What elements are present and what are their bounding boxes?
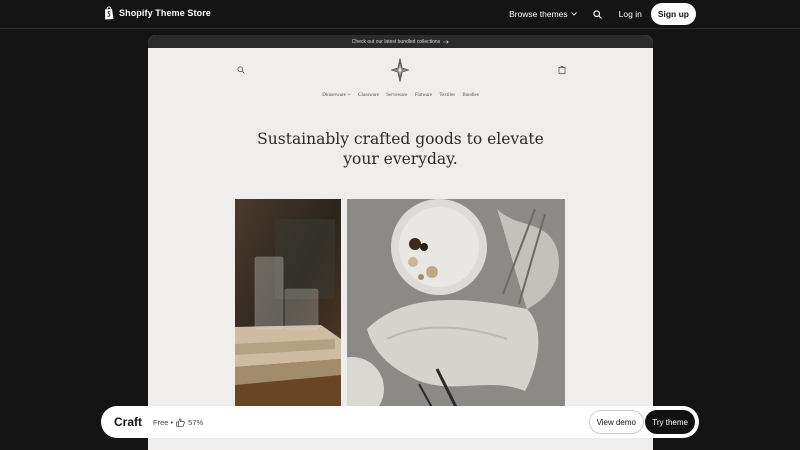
theme-preview[interactable]: Check out our latest bundled collections… [148,35,653,450]
theme-price: Free • [153,417,174,427]
chevron-down-icon [347,93,351,96]
theme-store-nav: Shopify Theme Store Browse themes Log in… [0,0,800,29]
theme-name: Craft [114,415,143,429]
search-button[interactable] [593,8,605,20]
announcement-text: Check out our latest bundled collections [351,38,441,45]
announcement-bar[interactable]: Check out our latest bundled collections [148,35,653,48]
hero-line-2: your everyday. [343,150,458,168]
arrow-right-icon [443,39,449,44]
search-icon [593,9,602,19]
shop-header [148,48,653,98]
hero-line-1: Sustainably crafted goods to elevate [257,130,544,148]
dinnerware-photo [347,199,565,413]
theme-rating: 57% [188,417,204,427]
login-link[interactable]: Log in [619,9,642,19]
nav-actions: Browse themes Log in Sign up [509,3,696,25]
brand[interactable]: Shopify Theme Store [104,6,211,20]
menu-item-serveware[interactable]: Serveware [386,93,407,98]
thumbs-up-icon [176,417,185,427]
shopify-bag-icon [105,6,114,20]
chevron-down-icon [570,12,577,16]
menu-item-flatware[interactable]: Flatware [415,93,433,98]
dinnerware-image[interactable] [347,199,565,413]
theme-bar: Craft Free • 57% View demo Try theme [101,406,699,438]
browse-themes-label: Browse themes [509,9,568,19]
theme-meta: Free • 57% [153,418,203,427]
search-icon[interactable] [237,66,245,74]
browse-themes-menu[interactable]: Browse themes [509,9,577,19]
brand-name: Shopify Theme Store [119,8,211,18]
cart-icon[interactable] [558,65,566,74]
glassware-photo [235,199,341,413]
hero-heading: Sustainably crafted goods to elevate you… [148,129,653,169]
try-theme-button[interactable]: Try theme [645,410,695,434]
signup-button[interactable]: Sign up [650,3,696,25]
menu-item-dinnerware[interactable]: Dinnerware [322,93,346,98]
shop-menu: Dinnerware Glassware Serveware Flatware … [148,93,653,98]
menu-item-glassware[interactable]: Glassware [358,93,379,98]
view-demo-button[interactable]: View demo [588,410,644,434]
glassware-image[interactable] [235,199,341,413]
diamond-star-logo[interactable] [391,58,409,82]
menu-item-bundles[interactable]: Bundles [462,93,478,98]
menu-item-textiles[interactable]: Textiles [439,93,455,98]
